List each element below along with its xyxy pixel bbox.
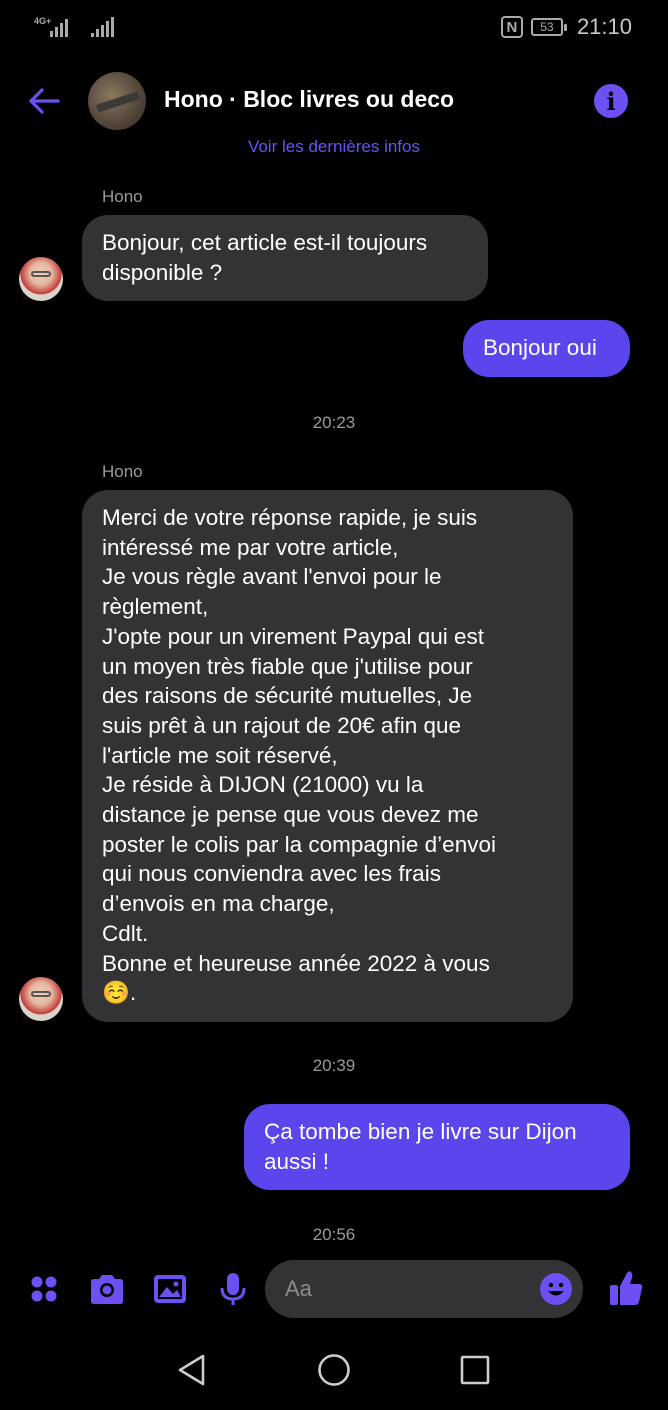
sender-avatar[interactable] [19, 257, 63, 301]
message-line: poster le colis par la compagnie d’envoi [102, 831, 496, 857]
timestamp: 20:39 [312, 1056, 356, 1075]
cellular-signal-2-icon [91, 17, 114, 37]
message-input[interactable] [285, 1260, 525, 1318]
microphone-icon[interactable] [213, 1270, 253, 1308]
gallery-icon[interactable] [150, 1270, 190, 1308]
status-bar: 4G+ N 53 21:10 [0, 0, 668, 56]
message-line: intéressé me par votre article, [102, 534, 399, 560]
message-line: Ça tombe bien je livre sur Dijon [264, 1119, 577, 1144]
apps-icon[interactable] [24, 1270, 64, 1308]
message-line: ☺️. [102, 980, 137, 1006]
message-line: Je réside à DIJON (21000) vu la [102, 772, 424, 798]
svg-text:4G+: 4G+ [34, 16, 51, 26]
message-line: J'opte pour un virement Paypal qui est [102, 623, 485, 649]
message-line: d’envois en ma charge, [102, 891, 335, 917]
conversation-title[interactable]: Hono · Bloc livres ou deco [164, 86, 454, 113]
message-line: Bonne et heureuse année 2022 à vous [102, 950, 490, 976]
info-icon[interactable]: i [594, 84, 628, 118]
message-line: disponible ? [102, 259, 223, 285]
nav-back-icon[interactable] [174, 1352, 210, 1388]
message-line: Bonjour oui [483, 335, 597, 360]
message-line: un moyen très fiable que j'utilise pour [102, 653, 473, 679]
message-line: Je vous règle avant l'envoi pour le [102, 564, 442, 590]
emoji-icon[interactable] [539, 1272, 573, 1306]
message-line: l'article me soit réservé, [102, 742, 338, 768]
conversation-header: Hono · Bloc livres ou deco i [0, 60, 668, 142]
message-input-container[interactable] [265, 1260, 583, 1318]
message-line: des raisons de sécurité mutuelles, Je [102, 683, 473, 709]
message-line: Bonjour, cet article est-il toujours [102, 230, 428, 255]
timestamp: 20:23 [312, 413, 356, 432]
back-arrow-icon[interactable] [28, 86, 60, 116]
battery-icon: 53 [530, 18, 567, 36]
nfc-icon: N [500, 16, 523, 38]
sender-name: Hono [102, 187, 143, 206]
camera-icon[interactable] [87, 1270, 127, 1308]
conversation-avatar[interactable] [88, 72, 146, 130]
see-latest-info-link[interactable]: Voir les dernières infos [0, 137, 668, 159]
message-line: Merci de votre réponse rapide, je suis [102, 505, 478, 530]
message-line: aussi ! [264, 1148, 330, 1174]
outgoing-message[interactable]: Bonjour oui [463, 320, 630, 377]
incoming-message[interactable]: Bonjour, cet article est-il toujours dis… [82, 215, 488, 302]
outgoing-message[interactable]: Ça tombe bien je livre sur Dijon aussi ! [244, 1104, 630, 1191]
message-line: Cdlt. [102, 920, 149, 946]
sender-avatar[interactable] [19, 977, 63, 1021]
message-composer [0, 1258, 668, 1320]
incoming-message[interactable]: Merci de votre réponse rapide, je suis i… [82, 490, 573, 1022]
battery-level: 53 [540, 20, 554, 34]
message-line: distance je pense que vous devez me [102, 802, 479, 828]
sender-name: Hono [102, 462, 143, 481]
message-line: qui nous conviendra avec les frais [102, 861, 441, 887]
nav-home-icon[interactable] [316, 1352, 352, 1388]
system-navigation-bar [0, 1330, 668, 1410]
thumbs-up-icon[interactable] [608, 1268, 644, 1308]
message-line: règlement, [102, 594, 209, 620]
status-time: 21:10 [576, 14, 632, 39]
cellular-signal-icon: 4G+ [34, 16, 68, 37]
message-line: suis prêt à un rajout de 20€ afin que [102, 712, 462, 738]
timestamp: 20:56 [312, 1225, 356, 1244]
nav-recents-icon[interactable] [457, 1352, 493, 1388]
